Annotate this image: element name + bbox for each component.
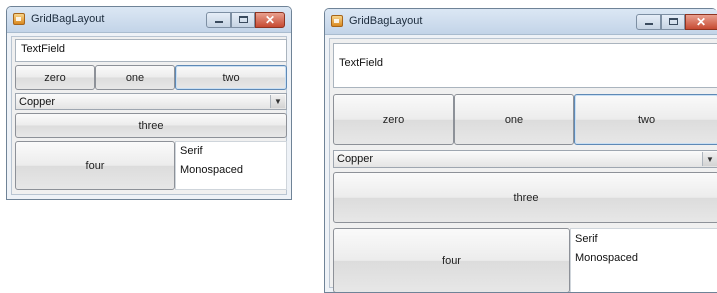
font-list[interactable]: Serif Monospaced bbox=[175, 141, 287, 190]
text-field[interactable]: TextField bbox=[333, 43, 717, 88]
zero-button[interactable]: zero bbox=[15, 65, 95, 90]
window-title: GridBagLayout bbox=[31, 13, 105, 25]
close-icon: ✕ bbox=[264, 13, 276, 27]
minimize-icon bbox=[215, 21, 223, 23]
three-button[interactable]: three bbox=[333, 172, 717, 223]
java-app-icon bbox=[13, 13, 25, 25]
minimize-button[interactable] bbox=[206, 12, 231, 28]
one-button[interactable]: one bbox=[454, 94, 574, 145]
combobox-value: Copper bbox=[337, 153, 374, 165]
title-bar[interactable]: GridBagLayout ✕ bbox=[325, 9, 717, 35]
font-list[interactable]: Serif Monospaced bbox=[570, 228, 717, 292]
two-button[interactable]: two bbox=[574, 94, 717, 145]
text-field[interactable]: TextField bbox=[15, 39, 287, 62]
two-button[interactable]: two bbox=[175, 65, 287, 90]
content-pane: TextField zero one two Copper ▼ three fo… bbox=[329, 38, 717, 292]
content-pane: TextField zero one two Copper ▼ three fo… bbox=[11, 36, 287, 195]
maximize-icon bbox=[239, 16, 248, 23]
title-bar[interactable]: GridBagLayout ✕ bbox=[7, 7, 291, 33]
list-item-monospaced[interactable]: Monospaced bbox=[180, 164, 243, 176]
maximize-button[interactable] bbox=[231, 12, 255, 28]
close-button[interactable]: ✕ bbox=[685, 14, 717, 30]
minimize-icon bbox=[645, 23, 653, 25]
window-title: GridBagLayout bbox=[349, 15, 423, 27]
close-icon: ✕ bbox=[696, 15, 707, 29]
window-small: GridBagLayout ✕ TextField zero one two C… bbox=[6, 6, 292, 200]
dropdown-arrow-icon[interactable]: ▼ bbox=[702, 152, 717, 166]
window-large: GridBagLayout ✕ TextField zero one two C… bbox=[324, 8, 717, 293]
font-combobox[interactable]: Copper ▼ bbox=[333, 150, 717, 168]
four-button[interactable]: four bbox=[15, 141, 175, 190]
maximize-icon bbox=[669, 18, 678, 25]
one-button[interactable]: one bbox=[95, 65, 175, 90]
dropdown-arrow-icon[interactable]: ▼ bbox=[270, 95, 285, 108]
font-combobox[interactable]: Copper ▼ bbox=[15, 93, 287, 110]
list-item-serif[interactable]: Serif bbox=[575, 233, 598, 245]
three-button[interactable]: three bbox=[15, 113, 287, 138]
minimize-button[interactable] bbox=[636, 14, 661, 30]
maximize-button[interactable] bbox=[661, 14, 685, 30]
list-item-monospaced[interactable]: Monospaced bbox=[575, 252, 638, 264]
four-button[interactable]: four bbox=[333, 228, 570, 292]
list-item-serif[interactable]: Serif bbox=[180, 145, 203, 157]
java-app-icon bbox=[331, 15, 343, 27]
zero-button[interactable]: zero bbox=[333, 94, 454, 145]
close-button[interactable]: ✕ bbox=[255, 12, 285, 28]
combobox-value: Copper bbox=[19, 96, 56, 108]
